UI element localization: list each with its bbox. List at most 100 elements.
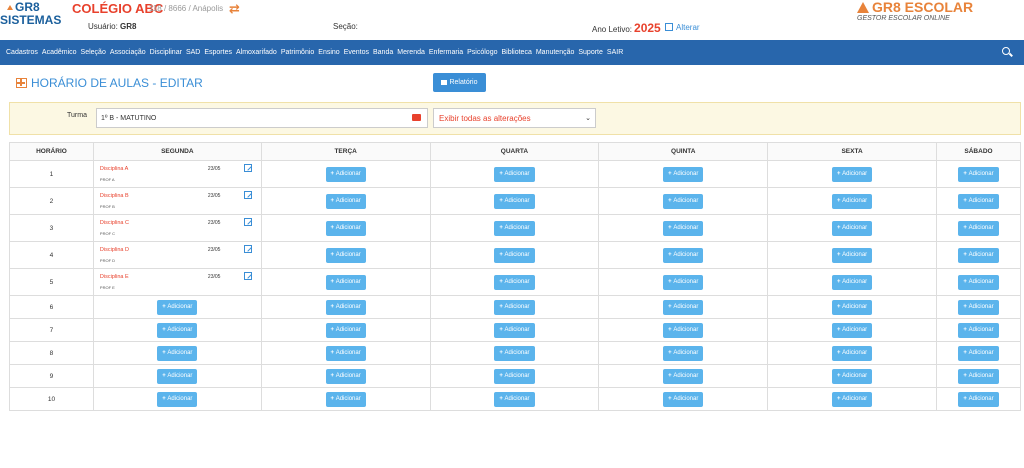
add-button[interactable]: Adicionar (663, 299, 704, 315)
add-button[interactable]: Adicionar (958, 391, 999, 407)
add-button[interactable]: Adicionar (494, 299, 535, 315)
add-button[interactable]: Adicionar (958, 368, 999, 384)
turma-field[interactable]: 1º B - MATUTINO (96, 108, 428, 128)
add-button[interactable]: Adicionar (663, 391, 704, 407)
add-button[interactable]: Adicionar (663, 220, 704, 236)
horario-cell: 6 (9, 295, 94, 319)
add-button[interactable]: Adicionar (494, 220, 535, 236)
alterar-link[interactable]: Alterar (665, 23, 700, 32)
add-button[interactable]: Adicionar (157, 368, 198, 384)
nav-item-sad[interactable]: SAD (186, 49, 200, 56)
table-row: 2 Disciplina B PROF B 23/05 Adicionar Adicion… (9, 187, 1022, 215)
add-button[interactable]: Adicionar (157, 299, 198, 315)
add-button[interactable]: Adicionar (831, 299, 873, 315)
nav-item-acadêmico[interactable]: Acadêmico (42, 49, 77, 56)
add-button[interactable]: Adicionar (831, 220, 873, 236)
nav-item-patrimônio[interactable]: Patrimônio (281, 49, 314, 56)
folder-icon[interactable] (412, 114, 421, 121)
add-button[interactable]: Adicionar (325, 193, 366, 209)
add-button[interactable]: Adicionar (157, 391, 198, 407)
add-button[interactable]: Adicionar (958, 345, 999, 361)
edit-icon[interactable] (243, 218, 252, 226)
add-button[interactable]: Adicionar (325, 368, 366, 384)
nav-item-merenda[interactable]: Merenda (397, 49, 425, 56)
add-button[interactable]: Adicionar (831, 391, 873, 407)
edit-icon[interactable] (243, 245, 252, 253)
add-button[interactable]: Adicionar (831, 166, 873, 182)
nav-item-cadastros[interactable]: Cadastros (6, 49, 38, 56)
exibir-select[interactable]: Exibir todas as alterações ⌄ (433, 108, 596, 128)
nav-item-manutenção[interactable]: Manutenção (536, 49, 575, 56)
add-button[interactable]: Adicionar (494, 166, 535, 182)
swap-school-icon[interactable]: ⇄ (229, 2, 240, 15)
relatorio-button[interactable]: Relatório (433, 73, 486, 92)
edit-icon[interactable] (243, 272, 252, 280)
nav-item-seleção[interactable]: Seleção (81, 49, 106, 56)
add-button[interactable]: Adicionar (325, 274, 366, 290)
nav-item-associação[interactable]: Associação (110, 49, 146, 56)
add-button[interactable]: Adicionar (325, 345, 366, 361)
nav-item-enfermaria[interactable]: Enfermaria (429, 49, 463, 56)
add-button[interactable]: Adicionar (958, 247, 999, 263)
add-button[interactable]: Adicionar (958, 193, 999, 209)
nav-item-disciplinar[interactable]: Disciplinar (150, 49, 182, 56)
add-button[interactable]: Adicionar (494, 345, 535, 361)
add-button[interactable]: Adicionar (494, 247, 535, 263)
gr8-logo[interactable]: GR8 SISTEMAS (0, 1, 61, 27)
nav-item-ensino[interactable]: Ensino (318, 49, 339, 56)
search-icon[interactable] (1002, 47, 1010, 55)
nav-item-eventos[interactable]: Eventos (344, 49, 369, 56)
add-button[interactable]: Adicionar (494, 274, 535, 290)
add-button[interactable]: Adicionar (325, 322, 366, 338)
add-button[interactable]: Adicionar (958, 274, 999, 290)
discipline-name[interactable]: Disciplina C (100, 220, 129, 226)
add-button[interactable]: Adicionar (325, 299, 366, 315)
add-button[interactable]: Adicionar (831, 274, 873, 290)
lesson-cell: Disciplina D PROF D 23/05 (92, 241, 262, 269)
chevron-down-icon: ⌄ (585, 115, 591, 122)
nav-item-suporte[interactable]: Suporte (578, 49, 603, 56)
turma-label: Turma (67, 112, 87, 119)
col-header-segunda: SEGUNDA (92, 142, 262, 161)
add-button[interactable]: Adicionar (663, 345, 704, 361)
add-button[interactable]: Adicionar (958, 322, 999, 338)
add-button[interactable]: Adicionar (494, 368, 535, 384)
lesson-date: 23/05 (207, 166, 221, 172)
add-button[interactable]: Adicionar (663, 166, 704, 182)
add-button[interactable]: Adicionar (831, 322, 873, 338)
add-button[interactable]: Adicionar (325, 247, 366, 263)
edit-icon[interactable] (243, 191, 252, 199)
nav-item-psicólogo[interactable]: Psicólogo (467, 49, 497, 56)
add-button[interactable]: Adicionar (325, 166, 366, 182)
add-button[interactable]: Adicionar (958, 220, 999, 236)
add-button[interactable]: Adicionar (663, 247, 704, 263)
add-button[interactable]: Adicionar (157, 345, 198, 361)
nav-item-banda[interactable]: Banda (373, 49, 393, 56)
nav-item-sair[interactable]: SAIR (607, 49, 623, 56)
add-button[interactable]: Adicionar (494, 193, 535, 209)
discipline-name[interactable]: Disciplina D (100, 247, 129, 253)
add-button[interactable]: Adicionar (325, 220, 366, 236)
edit-icon[interactable] (243, 164, 252, 172)
nav-item-almoxarifado[interactable]: Almoxarifado (236, 49, 277, 56)
add-button[interactable]: Adicionar (831, 247, 873, 263)
add-button[interactable]: Adicionar (157, 322, 198, 338)
add-button[interactable]: Adicionar (494, 322, 535, 338)
add-button[interactable]: Adicionar (663, 368, 704, 384)
nav-item-esportes[interactable]: Esportes (204, 49, 232, 56)
add-button[interactable]: Adicionar (494, 391, 535, 407)
add-button[interactable]: Adicionar (831, 345, 873, 361)
add-button[interactable]: Adicionar (663, 322, 704, 338)
discipline-name[interactable]: Disciplina A (100, 166, 128, 172)
add-button[interactable]: Adicionar (663, 274, 704, 290)
add-button[interactable]: Adicionar (958, 299, 999, 315)
add-button[interactable]: Adicionar (831, 193, 873, 209)
add-button[interactable]: Adicionar (831, 368, 873, 384)
discipline-name[interactable]: Disciplina E (100, 274, 129, 280)
add-button[interactable]: Adicionar (663, 193, 704, 209)
nav-item-biblioteca[interactable]: Biblioteca (501, 49, 531, 56)
slot-cell: Adicionar (92, 295, 262, 319)
add-button[interactable]: Adicionar (958, 166, 999, 182)
discipline-name[interactable]: Disciplina B (100, 193, 129, 199)
add-button[interactable]: Adicionar (325, 391, 366, 407)
